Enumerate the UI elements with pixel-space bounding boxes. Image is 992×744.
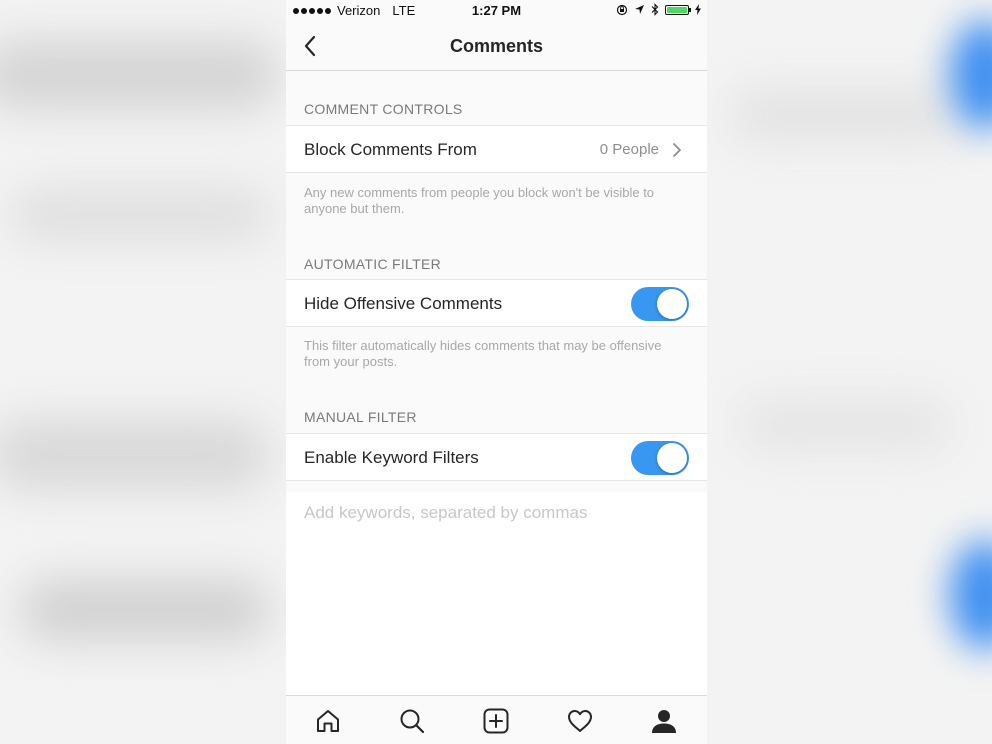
- keywords-area: [286, 492, 707, 695]
- search-icon: [400, 709, 425, 734]
- page-title: Comments: [449, 36, 543, 56]
- profile-icon: [652, 710, 676, 733]
- tab-search[interactable]: [397, 706, 427, 736]
- heart-icon: [568, 710, 592, 732]
- block-comments-note: Any new comments from people you block w…: [304, 185, 655, 216]
- tab-home[interactable]: [313, 706, 343, 736]
- toggle-knob: [657, 289, 687, 319]
- tab-new-post[interactable]: [481, 706, 511, 736]
- battery-icon: [665, 4, 691, 15]
- enable-keyword-filters-label: Enable Keyword Filters: [304, 448, 479, 467]
- section-header-automatic-filter: AUTOMATIC FILTER: [304, 256, 442, 272]
- blocked-people-count: 0 People: [599, 141, 659, 158]
- automatic-filter-note: This filter automatically hides comments…: [304, 338, 662, 369]
- navigation-bar: Comments: [286, 22, 707, 71]
- enable-keyword-filters-toggle[interactable]: [631, 441, 689, 475]
- block-comments-row[interactable]: Block Comments From 0 People: [286, 125, 707, 173]
- tab-profile[interactable]: [649, 706, 679, 736]
- rotation-lock-icon: [616, 4, 628, 15]
- hide-offensive-comments-row: Hide Offensive Comments: [286, 279, 707, 327]
- tab-bar: [286, 695, 707, 744]
- chevron-right-icon: [673, 143, 681, 157]
- block-comments-label: Block Comments From: [304, 140, 477, 159]
- toggle-knob: [657, 443, 687, 473]
- enable-keyword-filters-row: Enable Keyword Filters: [286, 433, 707, 481]
- phone-screen: Verizon LTE 1:27 PM Comments COMMENT CON…: [286, 0, 707, 744]
- status-bar: Verizon LTE 1:27 PM: [286, 0, 707, 22]
- add-post-icon: [483, 708, 509, 734]
- hide-offensive-comments-label: Hide Offensive Comments: [304, 294, 503, 313]
- location-icon: [635, 5, 644, 14]
- hide-offensive-comments-toggle[interactable]: [631, 287, 689, 321]
- charging-icon: [695, 4, 701, 15]
- section-header-comment-controls: COMMENT CONTROLS: [304, 101, 463, 117]
- bluetooth-icon: [651, 3, 659, 16]
- home-icon: [317, 710, 339, 732]
- section-header-manual-filter: MANUAL FILTER: [304, 409, 417, 425]
- tab-activity[interactable]: [565, 706, 595, 736]
- keywords-input[interactable]: [304, 498, 689, 528]
- status-right: [616, 3, 701, 16]
